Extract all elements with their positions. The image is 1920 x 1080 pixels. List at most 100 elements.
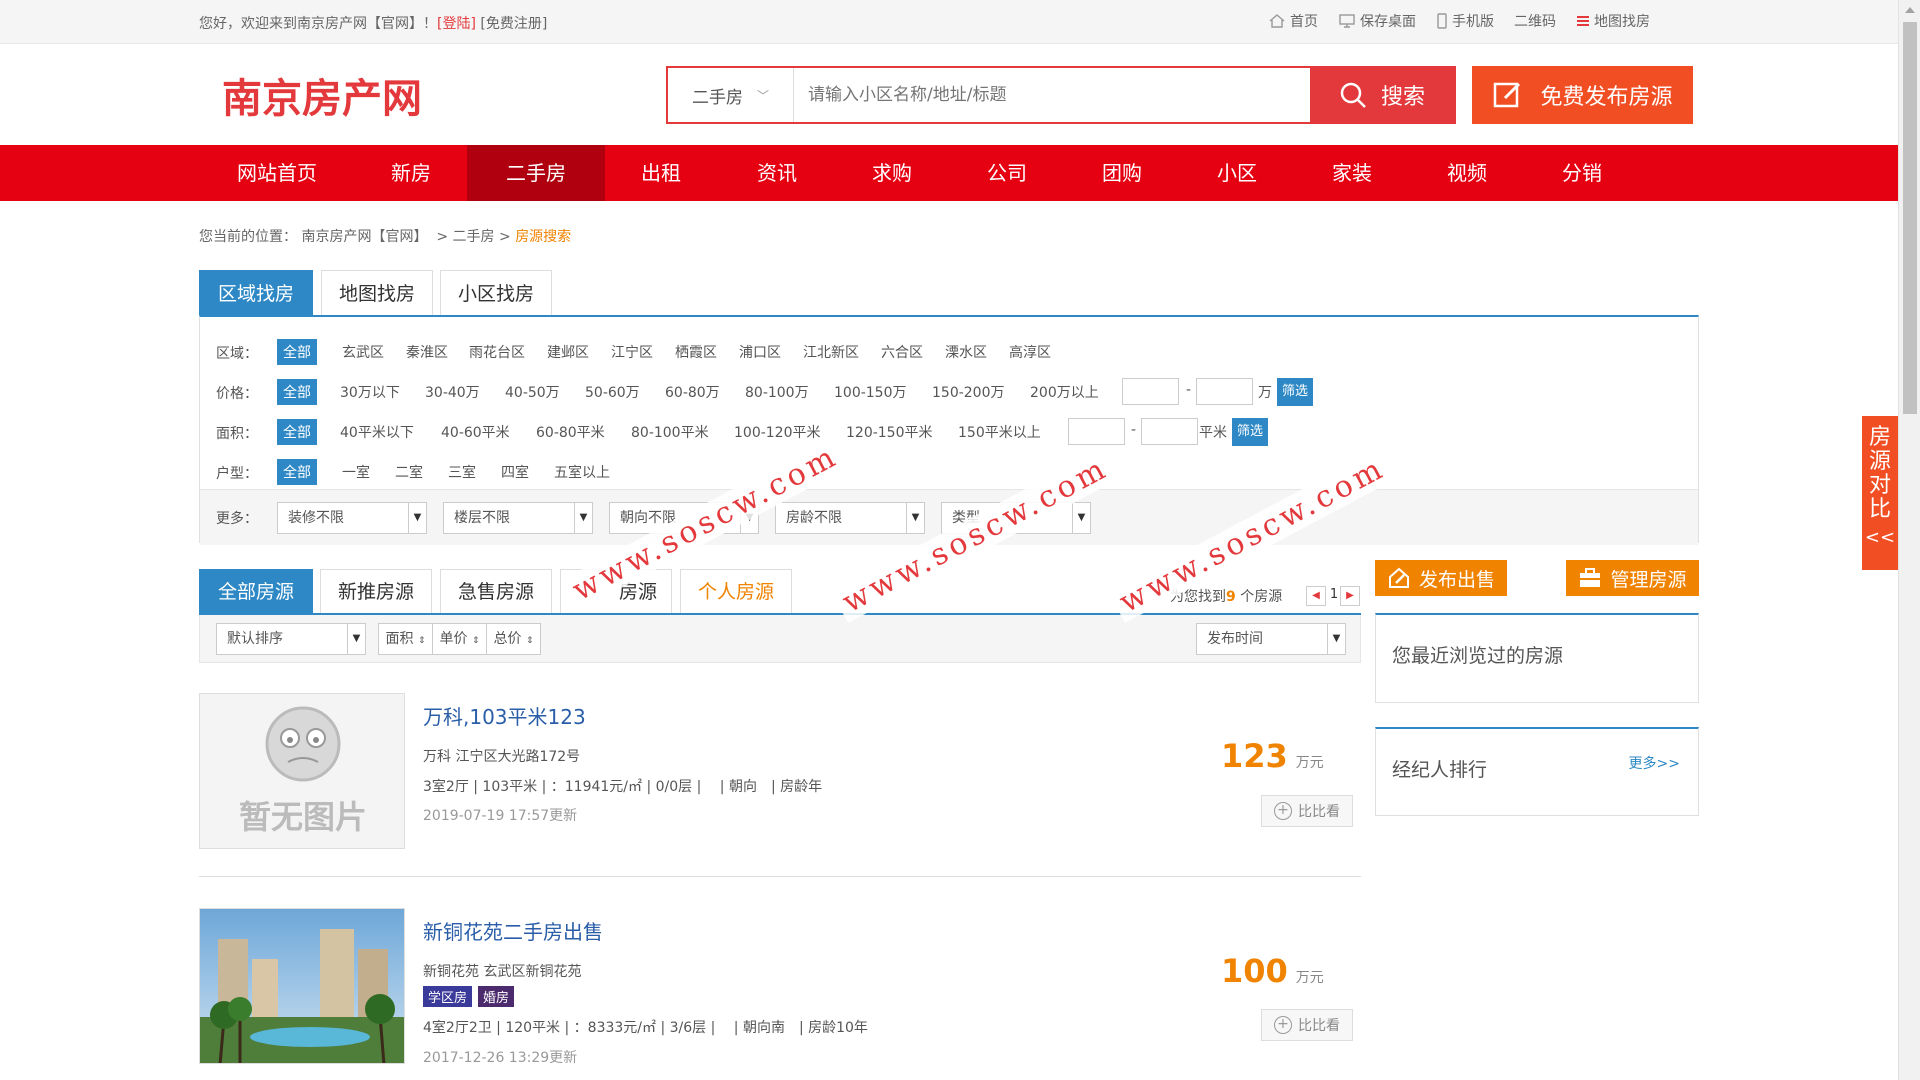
top-link-save-desktop[interactable]: 保存桌面 — [1338, 11, 1416, 31]
register-link[interactable]: [免费注册] — [480, 16, 547, 32]
filter-option[interactable]: 80-100万 — [745, 382, 809, 402]
filter-option[interactable]: 100-150万 — [834, 382, 907, 402]
search-button[interactable]: 搜索 — [1310, 68, 1454, 122]
filter-option[interactable]: 二室 — [395, 462, 423, 482]
listing-title[interactable]: 万科,103平米123 — [423, 701, 586, 730]
filter-option[interactable]: 溧水区 — [945, 342, 987, 362]
tab-all-listings[interactable]: 全部房源 — [199, 569, 313, 613]
top-link-home[interactable]: 首页 — [1268, 11, 1318, 31]
filter-option[interactable]: 80-100平米 — [631, 422, 709, 442]
filter-option[interactable]: 高淳区 — [1009, 342, 1051, 362]
filter-option-all[interactable]: 全部 — [277, 459, 317, 485]
filter-option[interactable]: 30-40万 — [425, 382, 480, 402]
tab-urgent-listings[interactable]: 急售房源 — [440, 569, 552, 613]
scroll-up-icon[interactable] — [1905, 7, 1915, 13]
listing-thumbnail[interactable] — [199, 908, 405, 1064]
filter-option[interactable]: 栖霞区 — [675, 342, 717, 362]
nav-item-community[interactable]: 小区 — [1177, 145, 1297, 201]
filter-option-all[interactable]: 全部 — [277, 379, 317, 405]
filter-option[interactable]: 30万以下 — [340, 382, 400, 402]
listing-title[interactable]: 新铜花苑二手房出售 — [423, 916, 603, 945]
nav-item-second-hand[interactable]: 二手房 — [467, 145, 605, 201]
sort-area-button[interactable]: 面积 ⇕ — [378, 623, 433, 655]
nav-item-company[interactable]: 公司 — [947, 145, 1067, 201]
compare-float-button[interactable]: 房源对比 << — [1862, 416, 1898, 570]
search-type-select[interactable]: 二手房 ﹀ — [668, 68, 794, 122]
tab-new-listings[interactable]: 新推房源 — [320, 569, 432, 613]
page-scrollbar[interactable] — [1898, 0, 1920, 1080]
filter-option[interactable]: 120-150平米 — [846, 422, 933, 442]
filter-option[interactable]: 40平米以下 — [340, 422, 414, 442]
next-page-button[interactable]: ▶ — [1340, 586, 1360, 606]
sort-unit-price-button[interactable]: 单价 ⇕ — [432, 623, 487, 655]
publish-time-dropdown[interactable]: 发布时间 ▼ — [1196, 623, 1346, 655]
filter-option[interactable]: 三室 — [448, 462, 476, 482]
filter-option[interactable]: 江北新区 — [803, 342, 859, 362]
filter-option[interactable]: 五室以上 — [554, 462, 610, 482]
filter-option[interactable]: 50-60万 — [585, 382, 640, 402]
floor-dropdown[interactable]: 楼层不限 ▼ — [443, 502, 593, 534]
nav-item-distribution[interactable]: 分销 — [1527, 145, 1637, 201]
tab-personal-listings[interactable]: 个人房源 — [680, 569, 792, 613]
filter-option-all[interactable]: 全部 — [277, 339, 317, 365]
listing-item[interactable]: 新铜花苑二手房出售 新铜花苑 玄武区新铜花苑 学区房 婚房 4室2厅2卫 | 12… — [199, 908, 1361, 1068]
price-max-input[interactable] — [1196, 378, 1253, 405]
age-dropdown[interactable]: 房龄不限 ▼ — [775, 502, 925, 534]
nav-item-group-buy[interactable]: 团购 — [1067, 145, 1177, 201]
nav-item-home[interactable]: 网站首页 — [199, 145, 355, 201]
publish-sale-button[interactable]: 发布出售 — [1375, 560, 1507, 596]
nav-item-decoration[interactable]: 家装 — [1297, 145, 1407, 201]
decoration-dropdown[interactable]: 装修不限 ▼ — [277, 502, 427, 534]
filter-option[interactable]: 雨花台区 — [469, 342, 525, 362]
filter-option[interactable]: 一室 — [342, 462, 370, 482]
filter-option[interactable]: 40-50万 — [505, 382, 560, 402]
listing-item[interactable]: 暂无图片 万科,103平米123 万科 江宁区大光路172号 3室2厅 | 10… — [199, 693, 1361, 853]
area-max-input[interactable] — [1141, 418, 1198, 445]
price-min-input[interactable] — [1122, 378, 1179, 405]
filter-option[interactable]: 秦淮区 — [406, 342, 448, 362]
listing-thumbnail-placeholder[interactable]: 暂无图片 — [199, 693, 405, 849]
breadcrumb-home[interactable]: 南京房产网【官网】 — [301, 229, 427, 245]
scrollbar-thumb[interactable] — [1903, 22, 1917, 414]
filter-option[interactable]: 建邺区 — [547, 342, 589, 362]
prev-page-button[interactable]: ◀ — [1306, 586, 1326, 606]
nav-item-rent[interactable]: 出租 — [605, 145, 717, 201]
search-input[interactable] — [794, 68, 1310, 122]
nav-item-new-homes[interactable]: 新房 — [355, 145, 467, 201]
tab-map-search[interactable]: 地图找房 — [321, 270, 433, 316]
area-filter-button[interactable]: 筛选 — [1232, 418, 1269, 446]
price-filter-button[interactable]: 筛选 — [1277, 378, 1314, 406]
filter-option[interactable]: 150平米以上 — [958, 422, 1041, 442]
site-logo[interactable]: 南京房产网 — [222, 70, 482, 122]
sort-order-dropdown[interactable]: 默认排序 ▼ — [216, 623, 366, 655]
compare-button[interactable]: + 比比看 — [1261, 795, 1353, 827]
more-link[interactable]: 更多>> — [1629, 753, 1680, 773]
tab-region-search[interactable]: 区域找房 — [199, 270, 313, 316]
filter-option-all[interactable]: 全部 — [277, 419, 317, 445]
nav-item-video[interactable]: 视频 — [1407, 145, 1527, 201]
publish-listing-button[interactable]: 免费发布房源 — [1472, 66, 1693, 124]
filter-option[interactable]: 200万以上 — [1030, 382, 1099, 402]
compare-button[interactable]: + 比比看 — [1261, 1009, 1353, 1041]
login-link[interactable]: [登陆] — [437, 16, 476, 32]
top-link-mobile[interactable]: 手机版 — [1436, 11, 1494, 31]
nav-item-wanted[interactable]: 求购 — [837, 145, 947, 201]
filter-option[interactable]: 四室 — [501, 462, 529, 482]
filter-option[interactable]: 玄武区 — [342, 342, 384, 362]
filter-option[interactable]: 60-80平米 — [536, 422, 605, 442]
area-min-input[interactable] — [1068, 418, 1125, 445]
top-link-qrcode[interactable]: 二维码 — [1514, 11, 1556, 31]
filter-option[interactable]: 100-120平米 — [734, 422, 821, 442]
sort-total-price-button[interactable]: 总价 ⇕ — [486, 623, 541, 655]
manage-listings-button[interactable]: 管理房源 — [1566, 560, 1699, 596]
tab-community-search[interactable]: 小区找房 — [440, 270, 552, 316]
filter-option[interactable]: 60-80万 — [665, 382, 720, 402]
filter-option[interactable]: 40-60平米 — [441, 422, 510, 442]
filter-option[interactable]: 浦口区 — [739, 342, 781, 362]
top-link-map[interactable]: 地图找房 — [1576, 11, 1650, 31]
filter-option[interactable]: 江宁区 — [611, 342, 653, 362]
nav-item-news[interactable]: 资讯 — [717, 145, 837, 201]
filter-option[interactable]: 150-200万 — [932, 382, 1005, 402]
breadcrumb-second-hand[interactable]: 二手房 — [453, 229, 495, 245]
filter-option[interactable]: 六合区 — [881, 342, 923, 362]
